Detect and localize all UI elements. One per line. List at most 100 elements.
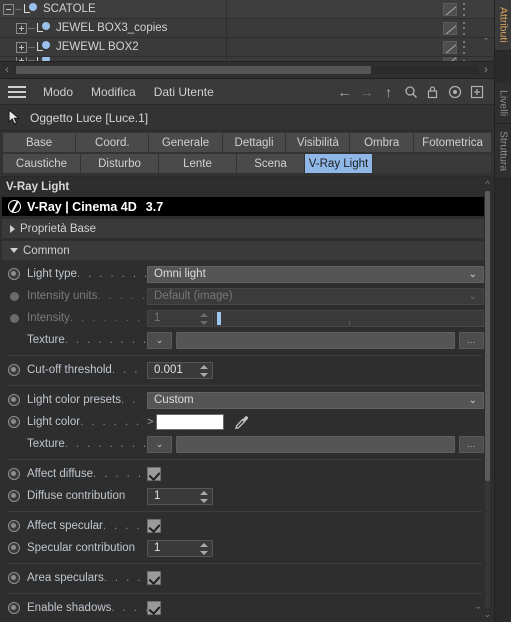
object-row-jewewl-box2[interactable]: JEWEWL BOX2 (0, 38, 494, 57)
enable-shadows-checkbox[interactable] (147, 601, 161, 615)
eyedropper-icon[interactable] (233, 414, 250, 431)
spinner-icon[interactable] (200, 364, 208, 377)
menu-modifica[interactable]: Modifica (82, 79, 145, 105)
row-menu-dots-icon[interactable] (462, 40, 466, 54)
spinner-icon[interactable] (200, 490, 208, 503)
animate-bullet-icon[interactable] (8, 268, 20, 280)
light-color-presets-dropdown[interactable]: Custom ⌄ (147, 391, 484, 409)
row-menu-dots-icon[interactable] (462, 2, 466, 16)
object-row-scatole[interactable]: SCATOLE (0, 0, 494, 19)
label-enable-shadows: Enable shadows. . . . (27, 602, 147, 614)
expander-toggle[interactable] (16, 22, 27, 34)
add-box-icon[interactable] (469, 84, 484, 99)
tag-icon[interactable] (443, 40, 457, 54)
tab-lente[interactable]: Lente (159, 154, 237, 173)
intensity-input[interactable]: 1 (147, 309, 213, 327)
intensity-texture-browse-button[interactable]: … (459, 331, 484, 349)
affect-specular-checkbox[interactable] (147, 519, 161, 533)
tree-connector (28, 60, 35, 61)
animate-bullet-icon[interactable] (8, 572, 20, 584)
tab-disturbo[interactable]: Disturbo (81, 154, 159, 173)
specular-contribution-value: 1 (154, 542, 161, 554)
forward-arrow-icon[interactable]: → (359, 84, 374, 100)
object-row-tags[interactable] (443, 38, 466, 56)
animate-bullet-icon[interactable] (8, 364, 20, 376)
vray-product-name: V-Ray | Cinema 4D (27, 199, 137, 214)
animate-bullet-icon[interactable] (8, 542, 20, 554)
parameter-vscrollbar[interactable]: ^ ⌄ (483, 179, 492, 620)
animate-bullet-icon[interactable] (8, 490, 20, 502)
tag-icon[interactable] (443, 2, 457, 16)
expand-color-icon[interactable]: > (147, 416, 153, 428)
specular-contribution-input[interactable]: 1 (147, 539, 213, 557)
group-common[interactable]: Common (2, 241, 484, 260)
tab-base[interactable]: Base (3, 133, 77, 152)
animate-bullet-icon[interactable] (9, 313, 19, 323)
tab-generale[interactable]: Generale (149, 133, 223, 152)
object-row-tags[interactable] (443, 19, 466, 37)
tag-icon[interactable] (443, 21, 457, 35)
texture-dropdown-button[interactable]: ⌄ (147, 435, 172, 453)
tab-fotometrica[interactable]: Fotometrica (414, 133, 491, 152)
affect-diffuse-checkbox[interactable] (147, 467, 161, 481)
menu-modo[interactable]: Modo (34, 79, 82, 105)
menu-icon[interactable] (8, 85, 26, 98)
scroll-down-icon[interactable]: ⌄ (483, 609, 492, 620)
object-row-tags[interactable] (443, 0, 466, 18)
row-diffuse-contribution: Diffuse contribution 1 (0, 485, 494, 507)
tab-caustiche[interactable]: Caustiche (3, 154, 81, 173)
animate-bullet-icon[interactable] (8, 602, 20, 614)
cut-off-threshold-input[interactable]: 0.001 (147, 361, 213, 379)
object-manager[interactable]: SCATOLE JEWEL BOX3_copies JEWEWL BOX2 ˇ (0, 0, 494, 62)
animate-bullet-icon[interactable] (8, 416, 20, 428)
menu-dati-utente[interactable]: Dati Utente (145, 79, 223, 105)
animate-bullet-icon[interactable] (8, 468, 20, 480)
diffuse-contribution-input[interactable]: 1 (147, 487, 213, 505)
spinner-icon[interactable] (200, 542, 208, 555)
tab-visibilita[interactable]: Visibilità (286, 133, 351, 152)
panel-collapse-icon[interactable]: ˇ (476, 606, 480, 618)
light-color-texture-browse-button[interactable]: … (459, 435, 484, 453)
back-arrow-icon[interactable]: ← (337, 84, 352, 100)
row-menu-dots-icon[interactable] (462, 21, 466, 35)
group-proprieta-base[interactable]: Proprietà Base (2, 219, 484, 238)
expander-toggle[interactable] (3, 3, 14, 15)
area-speculars-checkbox[interactable] (147, 571, 161, 585)
row-cut-off-threshold: Cut-off threshold. . . 0.001 (0, 359, 494, 381)
tab-vray-light[interactable]: V-Ray Light (305, 154, 373, 173)
label-diffuse-contribution: Diffuse contribution (27, 490, 126, 502)
object-manager-collapse-icon[interactable]: ˇ (484, 37, 488, 49)
scroll-up-icon[interactable]: ^ (483, 179, 492, 189)
hscroll-thumb[interactable] (16, 66, 371, 74)
intensity-slider[interactable] (214, 309, 484, 327)
scroll-left-icon[interactable]: ‹ (0, 64, 14, 76)
tab-scena[interactable]: Scena (237, 154, 305, 173)
animate-bullet-icon[interactable] (8, 520, 20, 532)
target-icon[interactable] (447, 84, 462, 99)
up-arrow-icon[interactable]: ↑ (381, 84, 396, 100)
scroll-right-icon[interactable]: › (478, 64, 494, 76)
object-row-jewel-box3-copies[interactable]: JEWEL BOX3_copies (0, 19, 494, 38)
light-type-dropdown[interactable]: Omni light ⌄ (147, 265, 484, 283)
vscroll-thumb[interactable] (485, 191, 490, 481)
search-icon[interactable] (403, 84, 418, 99)
slider-handle[interactable] (217, 311, 221, 325)
lock-icon[interactable] (425, 84, 440, 99)
expander-toggle[interactable] (16, 41, 27, 53)
light-color-swatch[interactable] (156, 414, 225, 430)
texture-dropdown-button[interactable]: ⌄ (147, 331, 172, 349)
intensity-units-dropdown[interactable]: Default (image) ⌄ (147, 287, 484, 305)
animate-bullet-icon[interactable] (9, 291, 19, 301)
vtab-struttura[interactable]: Struttura (494, 123, 511, 180)
object-manager-hscrollbar[interactable]: ‹ › (0, 62, 494, 79)
animate-bullet-icon[interactable] (8, 394, 20, 406)
light-color-texture-field[interactable] (176, 435, 455, 453)
vtab-livelli[interactable]: Livelli (494, 82, 511, 124)
tab-coord[interactable]: Coord. (76, 133, 150, 152)
tab-dettagli[interactable]: Dettagli (222, 133, 287, 152)
vtab-attributi[interactable]: Attributi (494, 0, 511, 51)
spinner-icon[interactable] (200, 312, 208, 325)
tab-ombra[interactable]: Ombra (350, 133, 415, 152)
hscroll-track[interactable] (14, 66, 478, 74)
intensity-texture-field[interactable] (176, 331, 455, 349)
